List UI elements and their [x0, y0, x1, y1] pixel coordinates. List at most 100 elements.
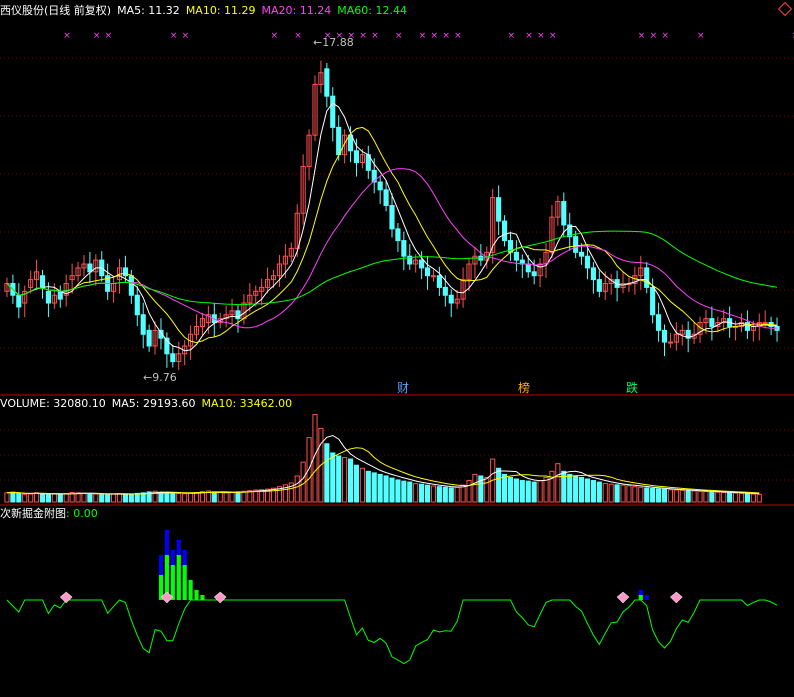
- volume-bar: [45, 494, 52, 503]
- volume-bar: [241, 490, 247, 503]
- volume-bar: [336, 455, 342, 503]
- candle-body: [744, 322, 750, 331]
- volume-bar: [347, 458, 354, 503]
- volume-bar: [87, 493, 93, 503]
- signal-marker: ×: [170, 31, 178, 41]
- candle-body: [430, 275, 437, 278]
- volume-bar: [34, 492, 40, 503]
- diamond-signal-icon: [669, 591, 683, 604]
- candle-body: [57, 290, 63, 300]
- chart-stage: ××××××××××××××××××××××××××××××× 西仪股份(日线 …: [0, 0, 794, 693]
- volume-bar: [543, 476, 549, 503]
- candle-body: [531, 271, 537, 277]
- candle-body: [573, 236, 579, 253]
- volume-bar: [608, 483, 614, 503]
- volume-bar: [63, 492, 69, 503]
- volume-bar: [28, 493, 34, 503]
- volume-bar: [10, 491, 16, 503]
- candle-body: [596, 279, 602, 292]
- high-value: 17.88: [322, 36, 354, 49]
- volume-bar: [51, 493, 57, 503]
- volume-bar: [413, 483, 419, 503]
- high-annotation: ←17.88: [313, 36, 354, 49]
- candle-body: [395, 228, 401, 242]
- volume-bar: [715, 491, 721, 503]
- volume-bar: [632, 486, 638, 503]
- volume-bar: [638, 486, 644, 503]
- marker-die[interactable]: 跌: [626, 379, 638, 396]
- volume-ma5-line: [6, 434, 760, 495]
- volume-bar: [573, 475, 579, 503]
- volume-bar: [164, 491, 170, 503]
- volume-bar: [176, 492, 182, 503]
- volume-bar: [496, 467, 502, 503]
- volume-bar: [134, 492, 140, 503]
- signal-marker: ×: [650, 31, 658, 41]
- candle-body: [377, 181, 383, 191]
- volume-bar: [395, 479, 401, 503]
- indicator-bar-green: [176, 555, 181, 600]
- volume-bar: [122, 493, 129, 503]
- volume-bar: [383, 475, 389, 503]
- volume-bar: [703, 491, 709, 503]
- candle-body: [590, 267, 596, 281]
- volume-bar: [750, 493, 756, 503]
- volume-bar: [223, 492, 229, 503]
- ma60-label: MA60: 12.44: [337, 4, 407, 17]
- volume-bar: [691, 490, 697, 503]
- volume-bar: [128, 493, 134, 503]
- candle-body: [424, 267, 431, 277]
- candle-body: [442, 286, 448, 296]
- indicator-header: 次新掘金附图: 0.00: [0, 507, 104, 521]
- volume-bar: [229, 491, 235, 503]
- diamond-signal-icon: [616, 591, 630, 604]
- volume-bar: [596, 481, 602, 503]
- signal-marker: ×: [419, 31, 427, 41]
- volume-bar: [448, 487, 454, 503]
- volume-bar: [99, 493, 105, 503]
- candle-body: [128, 275, 134, 296]
- volume-bar: [407, 481, 413, 503]
- volume-ma5-label: MA5: 29193.60: [111, 397, 196, 410]
- volume-bar: [661, 488, 668, 503]
- volume-bar: [472, 473, 478, 503]
- volume-bar: [667, 489, 673, 503]
- volume-bar: [513, 478, 519, 503]
- signal-marker: ×: [661, 31, 669, 41]
- ma10-label: MA10: 11.29: [185, 4, 256, 17]
- volume-bar: [519, 480, 525, 503]
- candle-body: [561, 201, 567, 226]
- volume-bar: [584, 478, 591, 503]
- candle-body: [762, 322, 768, 325]
- low-annotation: ←9.76: [143, 371, 177, 384]
- volume-bar: [454, 486, 460, 503]
- candle-body: [401, 240, 407, 257]
- volume-bar: [401, 480, 407, 503]
- signal-marker: ×: [638, 31, 646, 41]
- marker-cai[interactable]: 财: [397, 379, 409, 396]
- volume-bar: [756, 493, 762, 503]
- candle-body: [45, 290, 52, 304]
- signal-marker: ×: [63, 31, 71, 41]
- volume-bar: [353, 464, 360, 503]
- volume-bar: [460, 484, 466, 503]
- signal-marker: ×: [430, 31, 438, 41]
- volume-bar: [567, 473, 573, 503]
- indicator-bar-green: [182, 565, 187, 600]
- signal-marker: ×: [454, 31, 462, 41]
- volume-bar: [419, 483, 425, 503]
- candle-body: [324, 68, 330, 97]
- ma60-line: [6, 230, 778, 306]
- volume-bar: [111, 493, 117, 503]
- candle-body: [146, 329, 152, 347]
- candle-body: [336, 126, 342, 156]
- volume-bar: [679, 489, 685, 503]
- indicator-bar-green: [638, 595, 643, 600]
- volume-bar: [324, 443, 330, 503]
- indicator-bar-blue: [644, 595, 649, 600]
- marker-bang[interactable]: 榜: [518, 379, 530, 396]
- candle-body: [661, 329, 668, 343]
- volume-bar: [602, 483, 608, 503]
- volume-bar: [430, 485, 437, 503]
- volume-bar: [709, 491, 715, 503]
